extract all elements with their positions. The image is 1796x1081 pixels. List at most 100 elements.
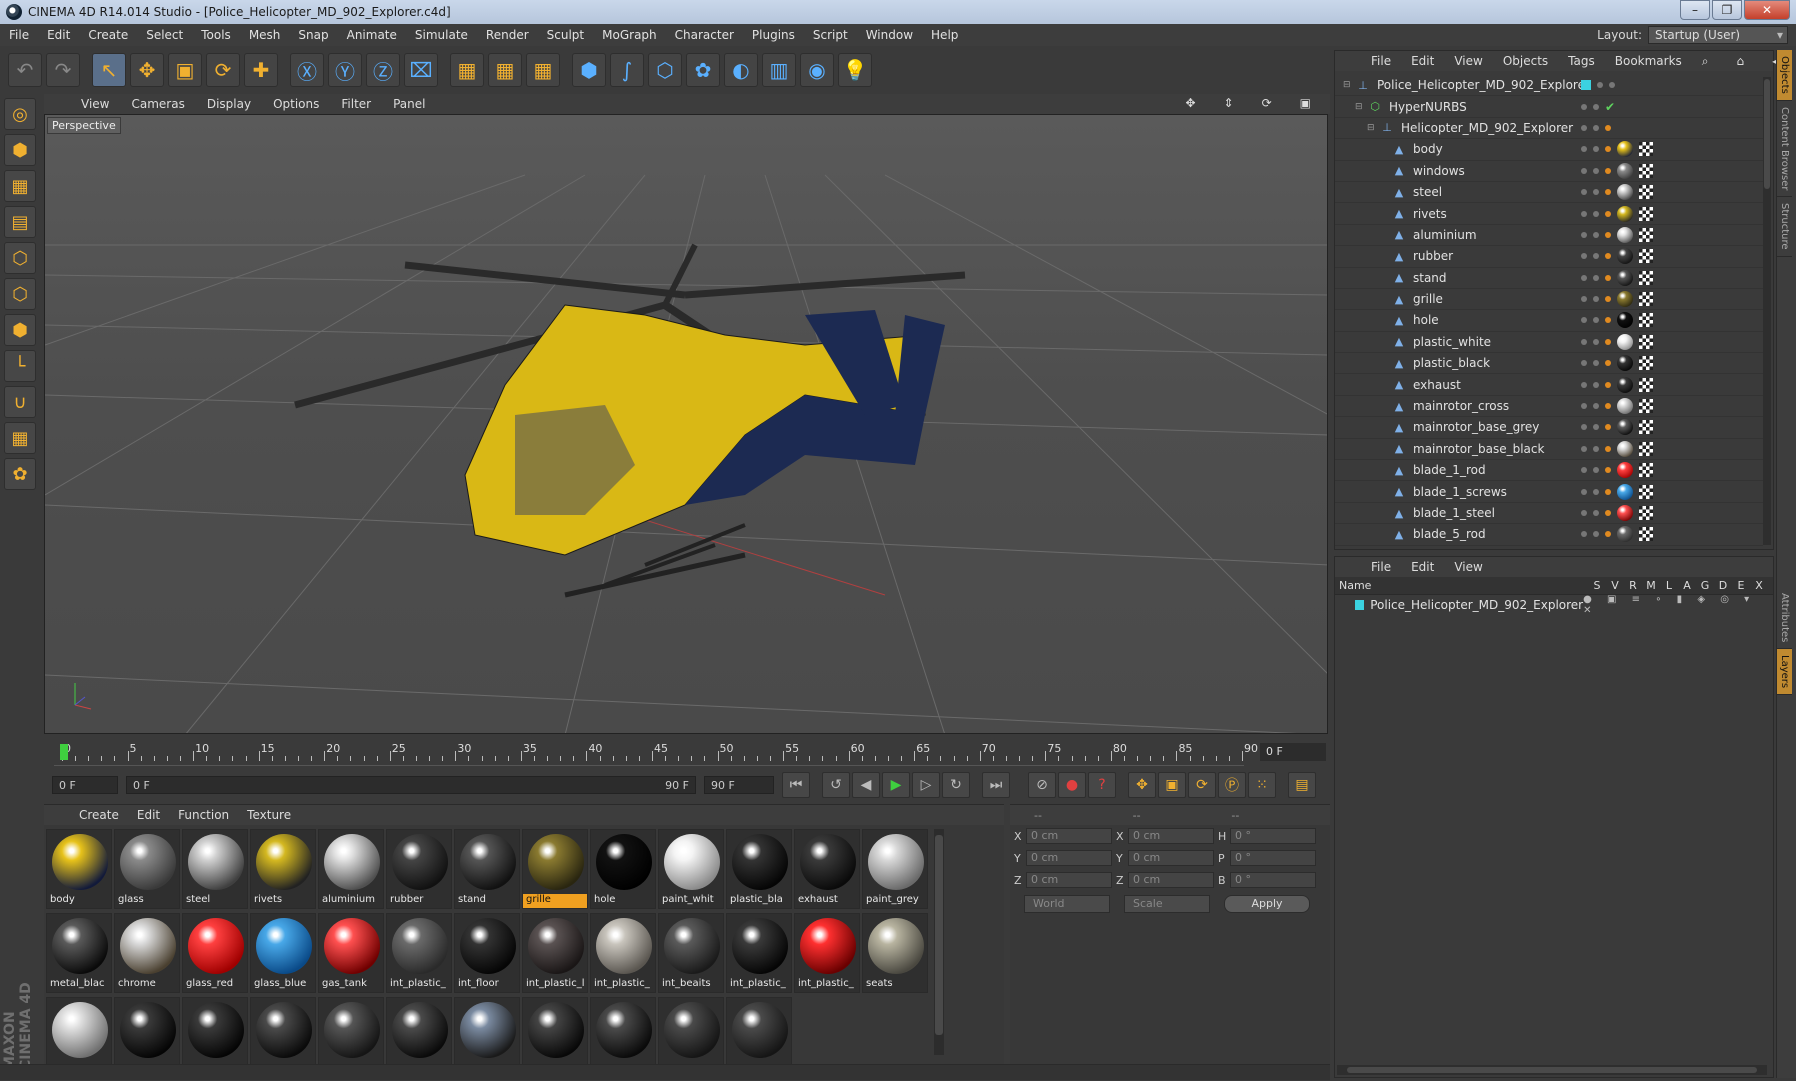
make-editable-icon[interactable]: ◎ [4,98,36,130]
object-row[interactable]: ▲ rubber [1335,246,1763,268]
material-tag-icon[interactable] [1617,419,1633,436]
material-swatch[interactable]: int_floor [454,913,520,993]
render-visibility-dot[interactable] [1593,360,1599,367]
render-visibility-dot[interactable] [1593,531,1599,538]
material-swatch[interactable]: rivets [250,829,316,909]
editor-visibility-dot[interactable] [1581,231,1587,238]
material-swatch[interactable]: metal_blac [46,913,112,993]
live-select-icon[interactable]: ↖ [92,53,126,87]
uvw-tag-icon[interactable] [1639,527,1653,542]
object-menu-file[interactable]: File [1361,54,1401,68]
render-visibility-dot[interactable] [1593,274,1599,281]
material-tag-icon[interactable] [1617,248,1633,265]
menu-render[interactable]: Render [477,28,538,42]
render-visibility-dot[interactable] [1593,253,1599,260]
editor-visibility-dot[interactable] [1581,467,1587,474]
coordinate-mode-dropdown[interactable]: Scale [1124,895,1210,913]
timeline-ruler[interactable]: 051015202530354045505560657075808590 0 F [44,738,1330,766]
editor-visibility-dot[interactable] [1581,317,1587,324]
menu-animate[interactable]: Animate [338,28,406,42]
material-scrollbar[interactable] [934,829,944,1055]
viewport-menu-options[interactable]: Options [262,97,330,111]
object-row[interactable]: ⊟ ⬡ HyperNURBS ✔ [1335,96,1763,118]
layer-column-d[interactable]: D [1717,579,1729,592]
uvw-tag-icon[interactable] [1639,420,1653,435]
floor-icon[interactable]: ▥ [762,53,796,87]
uvw-tag-icon[interactable] [1639,441,1653,456]
render-visibility-dot[interactable] [1593,231,1599,238]
render-visibility-dot[interactable] [1593,189,1599,196]
render-visibility-dot[interactable] [1593,146,1599,153]
points-mode-icon[interactable]: ⬡ [4,242,36,274]
cube-icon[interactable]: ⬢ [572,53,606,87]
render-visibility-dot[interactable] [1593,317,1599,324]
menu-simulate[interactable]: Simulate [406,28,477,42]
layer-column-e[interactable]: E [1735,579,1747,592]
texture-mode-icon[interactable]: ▦ [4,170,36,202]
editor-visibility-dot[interactable] [1581,488,1587,495]
uvw-tag-icon[interactable] [1639,227,1653,242]
apply-button[interactable]: Apply [1224,895,1310,913]
viewport-menu-view[interactable]: View [70,97,120,111]
uvw-tag-icon[interactable] [1639,206,1653,221]
key-position-icon[interactable]: ✥ [1128,772,1156,798]
menu-window[interactable]: Window [857,28,922,42]
material-swatch[interactable]: int_plastic_ [590,913,656,993]
object-menu-objects[interactable]: Objects [1493,54,1558,68]
side-tab-structure[interactable]: Structure [1777,197,1792,257]
layer-column-v[interactable]: V [1609,579,1621,592]
material-tag-icon[interactable] [1617,462,1633,479]
tree-expand-icon[interactable]: ⊟ [1355,102,1365,112]
maximize-button[interactable]: ❐ [1712,0,1742,20]
editor-visibility-dot[interactable] [1581,338,1587,345]
material-tag-icon[interactable] [1617,333,1633,350]
uvw-tag-icon[interactable] [1639,399,1653,414]
object-row[interactable]: ▲ body [1335,139,1763,161]
layer-row[interactable]: Police_Helicopter_MD_902_Explorer ● ▣ ≡ ∘… [1335,594,1773,616]
key-rotation-icon[interactable]: ⟳ [1188,772,1216,798]
menu-select[interactable]: Select [137,28,192,42]
redo-icon[interactable]: ↷ [46,53,80,87]
tree-expand-icon[interactable]: ⊟ [1343,80,1353,90]
material-menu-edit[interactable]: Edit [128,808,169,822]
object-menu-tags[interactable]: Tags [1558,54,1605,68]
coordinate-value-field[interactable]: 0 ° [1230,872,1316,888]
scale-icon[interactable]: ▣ [168,53,202,87]
home-icon[interactable]: ⌂ [1727,54,1755,69]
object-row[interactable]: ▲ exhaust [1335,374,1763,396]
zoom-icon[interactable]: ⇕ [1213,96,1245,110]
object-row[interactable]: ▲ mainrotor_cross [1335,396,1763,418]
menu-help[interactable]: Help [922,28,967,42]
object-row[interactable]: ⊟ ⊥ Police_Helicopter_MD_902_Explorer [1335,75,1763,97]
material-swatch[interactable]: glass_red [182,913,248,993]
material-swatch[interactable]: aluminium [318,829,384,909]
side-tab-layers[interactable]: Layers [1777,649,1792,696]
menu-mesh[interactable]: Mesh [240,28,290,42]
go-to-end-icon[interactable]: ⏭ [982,772,1010,798]
uvw-tag-icon[interactable] [1639,249,1653,264]
coordinate-value-field[interactable]: 0 cm [1026,850,1112,866]
layer-menu-edit[interactable]: Edit [1401,560,1444,574]
layout-dropdown[interactable]: Startup (User) [1648,26,1788,44]
coordinate-space-dropdown[interactable]: World [1024,895,1110,913]
editor-visibility-dot[interactable] [1581,360,1587,367]
menu-sculpt[interactable]: Sculpt [538,28,593,42]
render-visibility-dot[interactable] [1593,338,1599,345]
object-row[interactable]: ▲ plastic_white [1335,332,1763,354]
render-visibility-dot[interactable] [1593,445,1599,452]
layer-menu-view[interactable]: View [1444,560,1492,574]
render-visibility-dot[interactable] [1593,381,1599,388]
material-swatch[interactable]: paint_whit [658,829,724,909]
layer-menu-file[interactable]: File [1361,560,1401,574]
model-mode-icon[interactable]: ⬢ [4,134,36,166]
menu-character[interactable]: Character [666,28,743,42]
material-swatch[interactable]: int_beaits [658,913,724,993]
render-visibility-dot[interactable] [1609,82,1615,89]
editor-visibility-dot[interactable] [1581,445,1587,452]
material-tag-icon[interactable] [1617,398,1633,415]
coordinate-value-field[interactable]: 0 cm [1128,872,1214,888]
object-row[interactable]: ▲ stand [1335,268,1763,289]
editor-visibility-dot[interactable] [1581,403,1587,410]
tree-expand-icon[interactable]: ⊟ [1367,123,1377,133]
material-tag-icon[interactable] [1617,526,1633,543]
